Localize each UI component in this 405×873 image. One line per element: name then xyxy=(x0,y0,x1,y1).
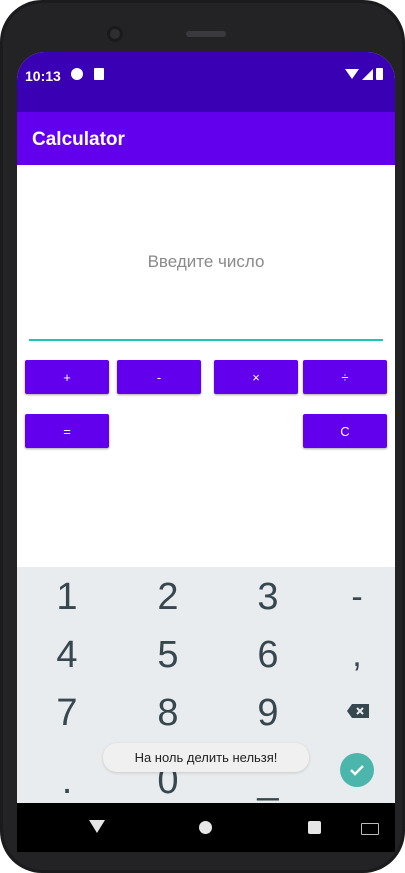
back-icon[interactable] xyxy=(89,820,105,833)
checkmark-icon xyxy=(350,765,364,776)
done-button[interactable] xyxy=(340,753,374,787)
front-camera xyxy=(107,26,123,42)
navigation-bar xyxy=(17,803,395,852)
status-bar: 10:13 xyxy=(17,52,395,112)
key-8[interactable]: 8 xyxy=(128,693,208,733)
earpiece-speaker xyxy=(186,31,226,37)
phone-frame: 10:13 Calculator Введите число + - × ÷ =… xyxy=(0,0,405,873)
key-minus[interactable]: - xyxy=(317,577,395,617)
app-bar: Calculator xyxy=(17,112,395,165)
key-1[interactable]: 1 xyxy=(27,577,107,617)
signal-icon xyxy=(362,68,373,80)
key-period[interactable]: . xyxy=(27,761,107,801)
screen: 10:13 Calculator Введите число + - × ÷ =… xyxy=(17,52,395,852)
equals-button[interactable]: = xyxy=(25,414,109,448)
divide-button[interactable]: ÷ xyxy=(303,360,387,394)
key-4[interactable]: 4 xyxy=(27,635,107,675)
keyboard-switch-icon[interactable] xyxy=(361,823,379,835)
status-icons xyxy=(345,68,383,80)
app-title: Calculator xyxy=(32,129,125,150)
key-6[interactable]: 6 xyxy=(228,635,308,675)
key-7[interactable]: 7 xyxy=(27,693,107,733)
minus-button[interactable]: - xyxy=(117,360,201,394)
recents-icon[interactable] xyxy=(308,821,321,834)
battery-icon xyxy=(376,68,383,80)
toast-message: На ноль делить нельзя! xyxy=(103,743,309,772)
sd-card-icon xyxy=(94,68,104,80)
multiply-button[interactable]: × xyxy=(214,360,298,394)
app-notification-icon xyxy=(71,68,83,80)
key-2[interactable]: 2 xyxy=(128,577,208,617)
status-time: 10:13 xyxy=(25,68,61,84)
clear-button[interactable]: C xyxy=(303,414,387,448)
plus-button[interactable]: + xyxy=(25,360,109,394)
backspace-icon[interactable] xyxy=(346,703,370,719)
wifi-icon xyxy=(345,69,359,79)
key-comma[interactable]: , xyxy=(317,635,395,675)
home-icon[interactable] xyxy=(199,821,212,834)
key-3[interactable]: 3 xyxy=(228,577,308,617)
number-input[interactable]: Введите число xyxy=(29,177,383,341)
number-input-placeholder: Введите число xyxy=(147,252,265,271)
key-9[interactable]: 9 xyxy=(228,693,308,733)
key-5[interactable]: 5 xyxy=(128,635,208,675)
